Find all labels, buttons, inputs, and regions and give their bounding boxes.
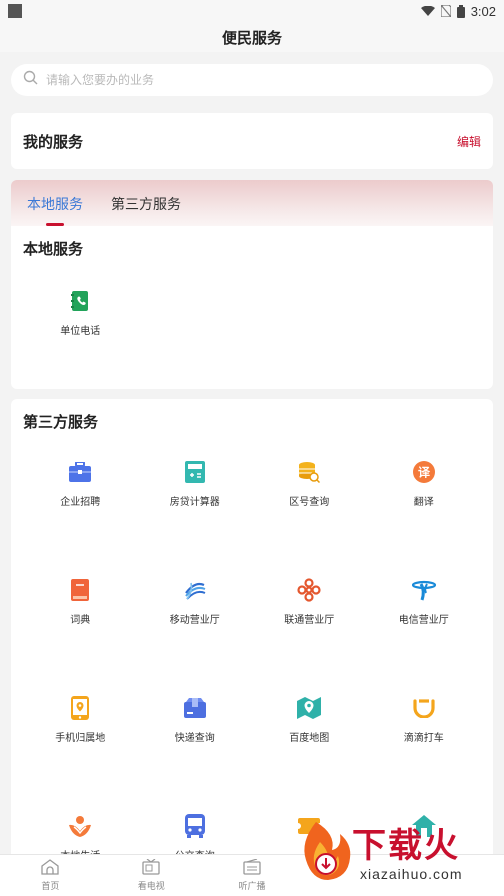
service-label: 联通营业厅 <box>284 615 335 626</box>
status-time: 3:02 <box>470 3 496 19</box>
parcel-icon <box>183 696 207 720</box>
service-translate[interactable]: 译 翻译 <box>367 456 482 574</box>
service-label: 翻译 <box>413 497 434 508</box>
search-icon <box>23 70 38 90</box>
local-services-card: 本地服务 单位电话 <box>11 226 493 389</box>
local-services-grid: 单位电话 <box>23 285 481 403</box>
service-china-telecom[interactable]: 电信营业厅 <box>367 574 482 692</box>
no-sim-icon <box>440 5 451 17</box>
my-services-title: 我的服务 <box>23 133 84 151</box>
nav-label: 首页 <box>41 881 60 891</box>
tab-local-services[interactable]: 本地服务 <box>27 192 83 226</box>
tab-label: 本地服务 <box>27 196 83 212</box>
service-label: 单位电话 <box>60 326 101 337</box>
phone-location-icon <box>68 696 92 720</box>
service-job-recruitment[interactable]: 企业招聘 <box>23 456 138 574</box>
service-phone-location[interactable]: 手机归属地 <box>23 692 138 810</box>
phone-book-icon <box>68 289 92 313</box>
briefcase-icon <box>68 460 92 484</box>
coins-search-icon <box>297 460 321 484</box>
nav-item-5[interactable] <box>403 855 504 896</box>
search-input[interactable] <box>46 73 481 87</box>
china-mobile-icon <box>183 578 207 602</box>
map-icon <box>297 696 322 720</box>
nav-radio[interactable]: 听广播 <box>202 855 303 896</box>
service-label: 滴滴打车 <box>403 733 444 744</box>
ticket-icon <box>297 814 321 838</box>
search-area <box>0 52 504 104</box>
my-services-card: 我的服务 编辑 <box>11 113 493 169</box>
service-label: 移动营业厅 <box>169 615 220 626</box>
tab-label: 第三方服务 <box>111 196 181 212</box>
service-label: 房贷计算器 <box>169 497 220 508</box>
service-area-code-lookup[interactable]: 区号查询 <box>252 456 367 574</box>
third-party-services-grid: 企业招聘 房贷计算器 区号查询 译 翻译 词典 移动营业厅 联通营业厅 电信营业… <box>23 456 481 896</box>
bottom-nav: 首页 看电视 听广播 <box>0 854 504 896</box>
service-label: 电信营业厅 <box>398 615 449 626</box>
calculator-icon <box>183 460 207 484</box>
china-unicom-icon <box>297 578 321 602</box>
nav-home[interactable]: 首页 <box>0 855 101 896</box>
service-china-unicom[interactable]: 联通营业厅 <box>252 574 367 692</box>
didi-icon <box>412 696 436 720</box>
service-label: 快递查询 <box>174 733 215 744</box>
service-mortgage-calculator[interactable]: 房贷计算器 <box>138 456 253 574</box>
service-baidu-map[interactable]: 百度地图 <box>252 692 367 810</box>
china-telecom-icon <box>411 578 436 602</box>
status-icons: 3:02 <box>420 3 496 19</box>
service-china-mobile[interactable]: 移动营业厅 <box>138 574 253 692</box>
third-party-services-card: 第三方服务 企业招聘 房贷计算器 区号查询 译 翻译 词典 移动营业厅 联通营业… <box>11 399 493 869</box>
third-party-services-title: 第三方服务 <box>23 414 99 431</box>
dictionary-icon <box>68 578 92 602</box>
nav-item-4[interactable] <box>302 855 403 896</box>
service-tabs: 本地服务 第三方服务 <box>11 180 493 226</box>
service-label: 词典 <box>70 615 91 626</box>
active-tab-indicator <box>46 223 64 226</box>
service-parcel-tracking[interactable]: 快递查询 <box>138 692 253 810</box>
search-box[interactable] <box>11 64 493 96</box>
nav-tv[interactable]: 看电视 <box>101 855 202 896</box>
service-label: 手机归属地 <box>55 733 106 744</box>
service-unit-phone[interactable]: 单位电话 <box>23 285 138 403</box>
local-services-title: 本地服务 <box>23 241 84 258</box>
tv-icon <box>142 858 160 877</box>
service-label: 企业招聘 <box>60 497 101 508</box>
service-didi-taxi[interactable]: 滴滴打车 <box>367 692 482 810</box>
radio-icon <box>243 858 261 877</box>
status-bar: 3:02 <box>0 0 504 22</box>
nav-bar: 便民服务 <box>0 22 504 52</box>
svg-text:译: 译 <box>418 466 431 480</box>
service-label: 区号查询 <box>289 497 330 508</box>
edit-button[interactable]: 编辑 <box>457 133 481 150</box>
page-title: 便民服务 <box>221 29 282 47</box>
service-label: 百度地图 <box>289 733 330 744</box>
bus-icon <box>183 814 207 838</box>
nav-label: 听广播 <box>238 881 266 891</box>
local-life-icon <box>68 814 92 838</box>
home-icon <box>41 859 60 877</box>
battery-icon <box>456 4 465 18</box>
translate-icon: 译 <box>412 460 436 484</box>
tab-third-party-services[interactable]: 第三方服务 <box>111 192 181 214</box>
house-icon <box>411 814 436 838</box>
wifi-icon <box>420 6 435 16</box>
service-dictionary[interactable]: 词典 <box>23 574 138 692</box>
nav-label: 看电视 <box>137 881 165 891</box>
notification-icon <box>8 4 22 18</box>
